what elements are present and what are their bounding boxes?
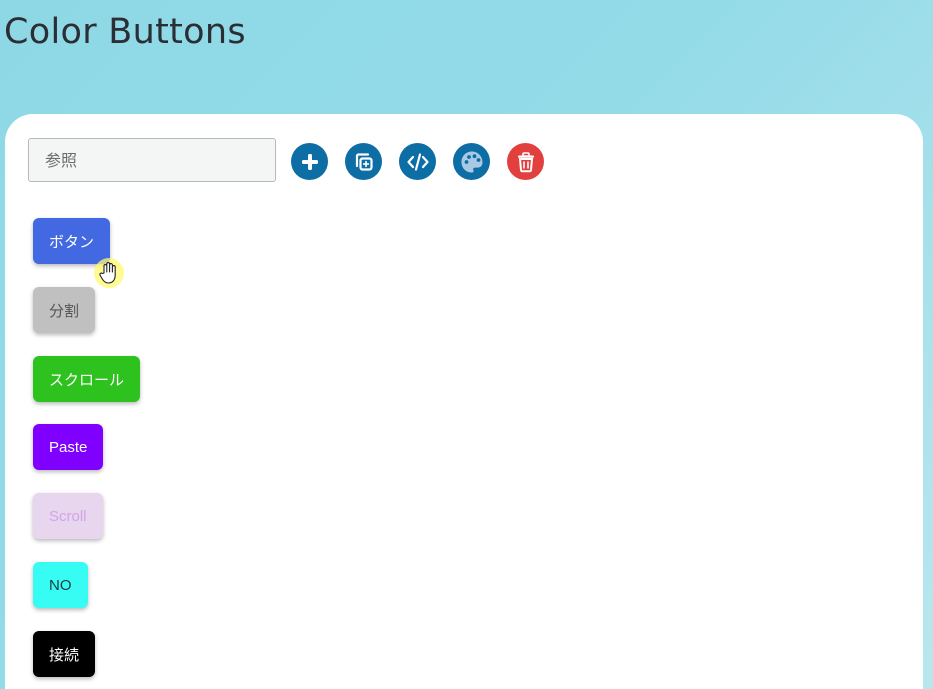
page-title: Color Buttons <box>4 12 246 52</box>
hand-cursor-icon <box>94 258 124 288</box>
search-input[interactable] <box>28 138 276 182</box>
palette-button[interactable] <box>453 143 490 180</box>
code-button[interactable] <box>399 143 436 180</box>
color-button-no[interactable]: NO <box>33 562 88 608</box>
code-icon <box>406 152 429 171</box>
color-button-bunkatsu[interactable]: 分割 <box>33 287 96 333</box>
color-button-scroll-jp[interactable]: スクロール <box>33 356 141 402</box>
color-button-paste[interactable]: Paste <box>33 424 104 470</box>
button-panel <box>5 114 923 689</box>
palette-icon <box>461 151 482 172</box>
color-button-scroll[interactable]: Scroll <box>33 493 103 539</box>
duplicate-button[interactable] <box>345 143 382 180</box>
plus-icon <box>301 153 318 170</box>
duplicate-icon <box>355 152 373 171</box>
delete-button[interactable] <box>507 143 544 180</box>
trash-icon <box>517 151 534 172</box>
color-button-botan[interactable]: ボタン <box>33 218 111 264</box>
color-button-setsuzoku[interactable]: 接続 <box>33 631 96 677</box>
add-button[interactable] <box>291 143 328 180</box>
